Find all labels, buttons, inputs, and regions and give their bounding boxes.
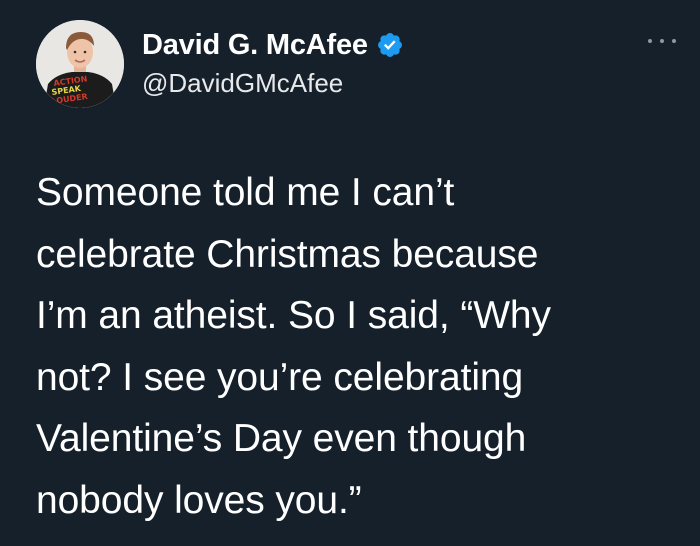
more-dot (648, 39, 652, 43)
author-display-name[interactable]: David G. McAfee (142, 29, 368, 62)
more-dot (672, 39, 676, 43)
avatar-image: ACTION SPEAK LOUDER (36, 20, 124, 108)
tweet-text-line: Someone told me I can’t (36, 171, 455, 214)
more-dot (660, 39, 664, 43)
tweet-header: ACTION SPEAK LOUDER David G. McAfee @Dav… (36, 20, 404, 112)
tweet-text-line: Valentine’s Day even though (36, 417, 527, 460)
author-handle[interactable]: @DavidGMcAfee (142, 68, 404, 99)
tweet-text-line: nobody loves you.” (36, 478, 362, 522)
tweet-text-line: celebrate Christmas because (36, 232, 539, 276)
author-name-row: David G. McAfee (142, 28, 404, 62)
verified-badge-icon (376, 31, 404, 59)
more-options-icon[interactable] (648, 36, 676, 46)
tweet-text-line: not? I see you’re celebrating (36, 355, 524, 399)
author-info: David G. McAfee @DavidGMcAfee (142, 28, 404, 99)
tweet-card: ACTION SPEAK LOUDER David G. McAfee @Dav… (0, 0, 700, 546)
tweet-text: Someone told me I can’t celebrate Christ… (36, 162, 686, 531)
tweet-text-line: I’m an atheist. So I said, “Why (36, 294, 551, 337)
avatar[interactable]: ACTION SPEAK LOUDER (36, 20, 124, 108)
